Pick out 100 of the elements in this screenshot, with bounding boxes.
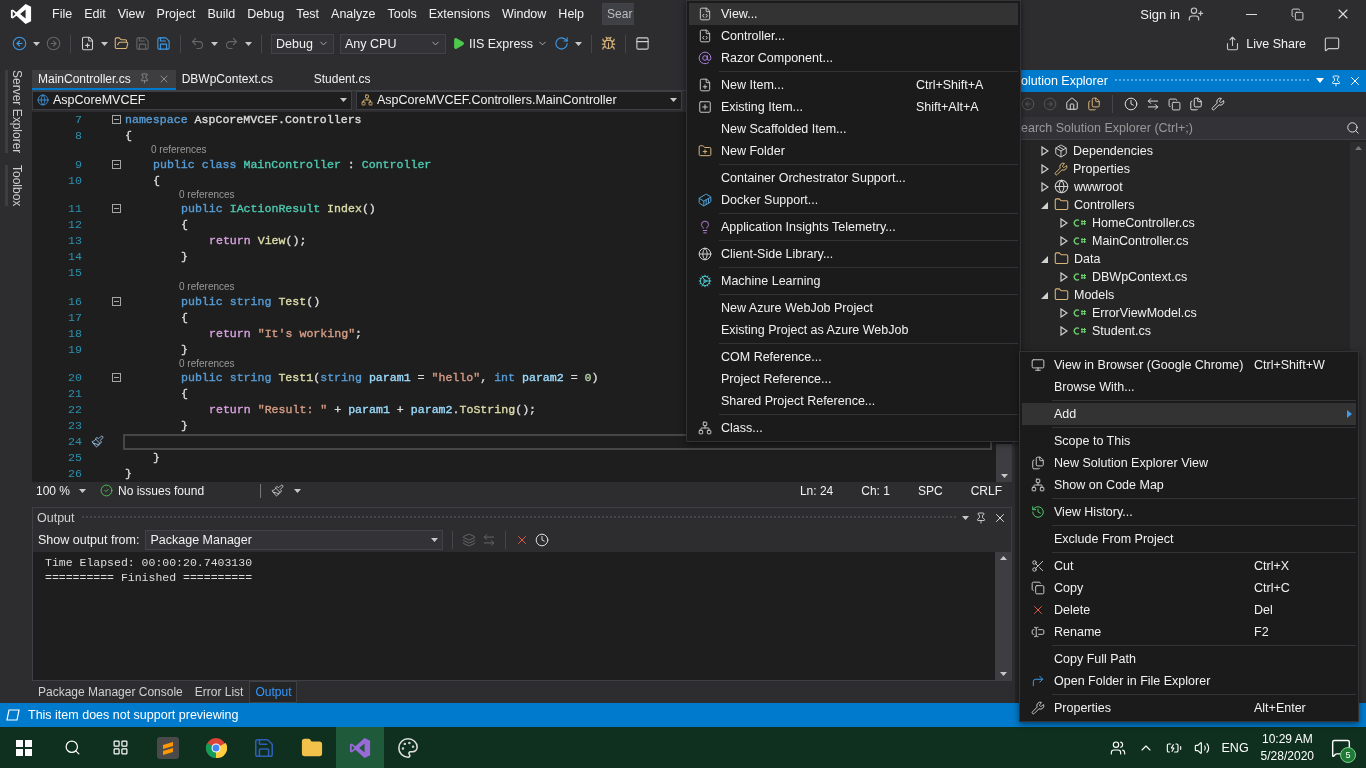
menu-item[interactable]: Properties Alt+Enter <box>1022 697 1356 719</box>
menu-item[interactable]: View History... <box>1022 501 1356 523</box>
window-icon[interactable] <box>634 36 650 52</box>
platform-dropdown[interactable]: Any CPU <box>340 33 446 54</box>
tree-item[interactable]: Controllers <box>1074 197 1135 212</box>
menu-bar-item[interactable]: Edit <box>78 7 112 21</box>
menu-item[interactable]: Application Insights Telemetry... <box>689 216 1018 238</box>
new-file-icon[interactable] <box>80 36 95 52</box>
people-icon[interactable] <box>1109 739 1126 756</box>
menu-item[interactable]: Cut Ctrl+X <box>1022 555 1356 577</box>
menu-item[interactable]: Rename F2 <box>1022 621 1356 643</box>
menu-item[interactable]: Shared Project Reference... <box>689 390 1018 412</box>
clock-icon[interactable] <box>1124 97 1138 112</box>
add-user-icon[interactable] <box>1188 6 1204 22</box>
panel-tab[interactable]: Output <box>249 680 298 703</box>
side-tab[interactable]: Toolbox <box>4 164 26 207</box>
tree-item[interactable]: wwwroot <box>1074 179 1123 194</box>
notifications-icon[interactable] <box>1331 737 1351 758</box>
feedback-icon[interactable] <box>1324 35 1340 52</box>
document-tab[interactable]: DBWpContext.cs <box>175 69 308 90</box>
copy-icon[interactable] <box>1168 97 1181 111</box>
pin-icon[interactable] <box>1330 74 1342 87</box>
tree-item[interactable]: Dependencies <box>1073 143 1153 158</box>
menu-item[interactable]: View in Browser (Google Chrome) Ctrl+Shift+W <box>1022 354 1356 376</box>
menu-item[interactable]: Razor Component... <box>689 47 1018 69</box>
tree-item[interactable]: MainController.cs <box>1092 233 1189 248</box>
pin-icon[interactable] <box>975 511 987 524</box>
collapsed-arrow-icon[interactable] <box>1060 325 1068 336</box>
tree-item[interactable]: Data <box>1074 251 1101 266</box>
clock-time[interactable]: 10:29 AM <box>1261 730 1313 748</box>
collapse-toggle[interactable] <box>111 115 121 125</box>
references-hint[interactable]: 0 references <box>179 357 235 369</box>
menu-item[interactable]: Add <box>1022 403 1356 425</box>
menu-bar-item[interactable]: Build <box>201 7 242 21</box>
undo-icon[interactable] <box>190 36 205 52</box>
collapse-toggle[interactable] <box>111 373 121 383</box>
menu-bar-item[interactable]: Test <box>290 7 326 21</box>
menu-item[interactable]: COM Reference... <box>689 346 1018 368</box>
menu-item[interactable]: Project Reference... <box>689 368 1018 390</box>
collapsed-arrow-icon[interactable] <box>1060 307 1068 318</box>
menu-caret-icon[interactable] <box>1316 78 1324 84</box>
files-icon[interactable] <box>1087 97 1101 112</box>
menu-item[interactable]: Open Folder in File Explorer <box>1022 670 1356 692</box>
menu-item[interactable]: Delete Del <box>1022 599 1356 621</box>
project-dropdown[interactable]: AspCoreMVCEF <box>32 90 352 110</box>
back-icon[interactable] <box>12 36 27 52</box>
menu-item[interactable]: New Scaffolded Item... <box>689 118 1018 140</box>
menu-bar-item[interactable]: Debug <box>241 7 291 21</box>
menu-item[interactable]: Copy Full Path <box>1022 648 1356 670</box>
menu-item[interactable]: Exclude From Project <box>1022 528 1356 550</box>
menu-bar-item[interactable]: Extensions <box>422 7 496 21</box>
wrench-icon[interactable] <box>1211 97 1225 112</box>
menu-bar-item[interactable]: Tools <box>381 7 423 21</box>
clock-icon[interactable] <box>535 532 550 547</box>
collapsed-arrow-icon[interactable] <box>1060 271 1068 282</box>
live-share-button[interactable]: Live Share <box>1225 36 1306 52</box>
refresh-icon[interactable] <box>553 36 569 52</box>
menu-item[interactable]: Show on Code Map <box>1022 474 1356 496</box>
menu-item[interactable]: View... <box>689 3 1018 25</box>
home-icon[interactable] <box>1065 97 1079 112</box>
scrollbar[interactable] <box>996 443 1012 482</box>
class-dropdown[interactable]: AspCoreMVCEF.Controllers.MainController <box>356 90 682 110</box>
menu-item[interactable]: New Solution Explorer View <box>1022 452 1356 474</box>
tree-item[interactable]: Properties <box>1073 161 1130 176</box>
menu-item[interactable]: Docker Support... <box>689 189 1018 211</box>
references-hint[interactable]: 0 references <box>179 281 235 293</box>
references-hint[interactable]: 0 references <box>151 144 207 156</box>
zoom-dropdown[interactable]: 100 % <box>32 483 90 498</box>
tree-item[interactable]: HomeController.cs <box>1092 215 1195 230</box>
tree-item[interactable]: DBWpContext.cs <box>1092 269 1188 284</box>
menu-item[interactable]: Existing Item... Shift+Alt+A <box>689 96 1018 118</box>
collapsed-arrow-icon[interactable] <box>1041 163 1049 174</box>
document-tab[interactable]: MainController.cs <box>32 69 176 90</box>
cleanup-brush-icon[interactable] <box>271 484 284 498</box>
menu-item[interactable]: Browse With... <box>1022 376 1356 398</box>
output-source-dropdown[interactable]: Package Manager <box>145 529 444 550</box>
collapsed-arrow-icon[interactable] <box>1060 217 1068 228</box>
references-hint[interactable]: 0 references <box>179 188 235 200</box>
menu-bar-item[interactable]: View <box>111 7 151 21</box>
save-all-icon[interactable] <box>156 36 171 52</box>
swap-icon[interactable] <box>1146 97 1160 112</box>
collapsed-arrow-icon[interactable] <box>1041 145 1049 156</box>
tree-item[interactable]: Student.cs <box>1092 323 1152 338</box>
menu-item[interactable]: Controller... <box>689 25 1018 47</box>
volume-icon[interactable] <box>1193 739 1210 756</box>
menu-item[interactable]: Copy Ctrl+C <box>1022 577 1356 599</box>
scrollbar[interactable] <box>995 551 1011 680</box>
tree-item[interactable]: Models <box>1074 287 1115 302</box>
menu-bar-item[interactable]: Help <box>552 7 591 21</box>
collapse-toggle[interactable] <box>111 296 121 306</box>
collapsed-arrow-icon[interactable] <box>1060 235 1068 246</box>
document-tab[interactable]: Student.cs <box>307 69 440 90</box>
menu-bar-item[interactable]: Project <box>150 7 202 21</box>
search-field[interactable]: Sear <box>602 3 635 25</box>
menu-item[interactable]: New Azure WebJob Project <box>689 297 1018 319</box>
menu-item[interactable]: New Item... Ctrl+Shift+A <box>689 74 1018 96</box>
sign-in-link[interactable]: Sign in <box>1140 6 1180 22</box>
menu-item[interactable]: Machine Learning <box>689 270 1018 292</box>
collapsed-arrow-icon[interactable] <box>1041 181 1049 192</box>
files-icon[interactable] <box>1189 97 1203 112</box>
